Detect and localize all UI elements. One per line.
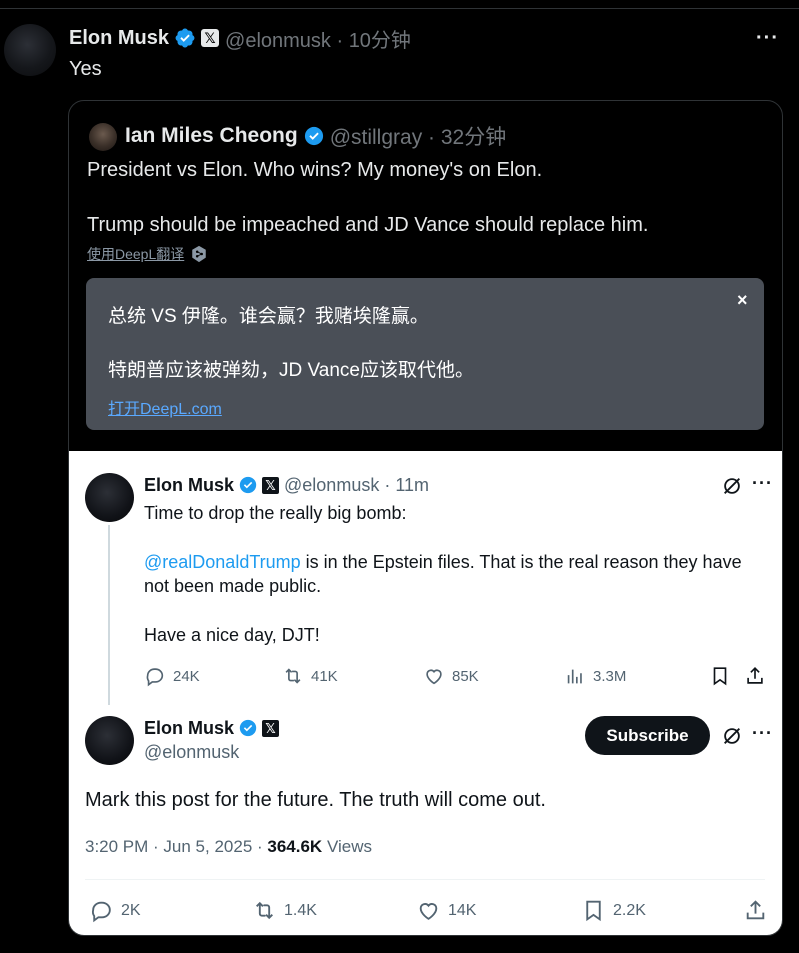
more-options-icon: ··· [752,723,773,743]
x-affiliate-icon: 𝕏 [201,29,220,47]
reply-icon [91,901,111,923]
grok-icon [724,478,740,494]
reply-icon [146,668,164,687]
subscribe-button: Subscribe [585,716,710,755]
post-line-2: @realDonaldTrump is in the Epstein files… [144,552,742,572]
verified-badge-icon [175,28,195,48]
post-line-3: not been made public. [144,576,322,596]
top-divider [0,0,799,9]
views-chart-icon [567,669,582,684]
repost-action: 41K [282,665,338,687]
like-action: 14K [416,898,476,923]
avatar [85,473,134,522]
post-actions: 2K 1.4K 14K 2.2K [89,898,769,924]
post-text: Mark this post for the future. The truth… [85,789,546,811]
share-action [743,898,768,923]
handle-time[interactable]: @elonmusk · 10分钟 [225,24,411,53]
more-options-icon: ··· [752,473,773,493]
avatar[interactable] [89,123,117,151]
x-affiliate-icon: 𝕏 [262,476,280,494]
bookmark-icon [586,900,601,922]
post-line-1: Time to drop the really big bomb: [144,503,407,523]
quoted-post-card[interactable]: Ian Miles Cheong @stillgray · 32分钟 Presi… [68,100,783,936]
x-affiliate-icon: 𝕏 [262,719,280,737]
more-options-icon[interactable]: ··· [756,27,779,50]
views-label: Views [322,837,372,856]
quoted-post-line-1: President vs Elon. Who wins? My money's … [87,159,543,181]
repost-icon [285,668,301,684]
verified-badge-icon [239,476,257,494]
bookmark-icon [713,667,727,686]
quoted-post-header: Ian Miles Cheong @stillgray · 32分钟 [125,121,506,151]
post-header: Elon Musk 𝕏 [144,716,280,740]
like-action: 85K [423,665,479,687]
translation-line-1: 总统 VS 伊隆。谁会赢？我赌埃隆赢。 [108,306,429,327]
views-action: 3.3M [564,665,626,687]
translate-with-deepl-link[interactable]: 使用DeepL翻译 [87,244,208,264]
heart-icon [419,903,438,920]
author-name[interactable]: Elon Musk [69,27,169,50]
thread-line [108,525,110,705]
author-name: Elon Musk [144,474,235,495]
verified-badge-icon [304,126,323,146]
mention-link: @realDonaldTrump [144,552,301,572]
post-header: Elon Musk 𝕏 @elonmusk · 11m [144,473,429,497]
post-text: Yes [69,58,102,80]
translation-popup: × 总统 VS 伊隆。谁会赢？我赌埃隆赢。 特朗普应该被弹劾，JD Vance应… [86,278,764,430]
divider [85,879,765,880]
handle-time: @elonmusk · 11m [284,474,429,495]
post-meta: 3:20 PM · Jun 5, 2025 · 364.6K Views [85,837,372,857]
share-action [744,665,766,687]
verified-badge-icon [239,719,257,737]
author-name[interactable]: Ian Miles Cheong [125,124,298,148]
handle-time[interactable]: @stillgray · 32分钟 [330,121,507,151]
post-line-4: Have a nice day, DJT! [144,625,320,645]
share-icon [747,667,763,684]
close-icon[interactable]: × [737,290,748,311]
repost-action: 1.4K [252,898,317,923]
share-icon [746,900,765,920]
open-deepl-link[interactable]: 打开DeepL.com [108,395,222,419]
bookmark-action: 2.2K [581,898,646,923]
avatar [85,716,134,765]
grok-icon [724,728,740,744]
post-header: Elon Musk 𝕏 @elonmusk · 10分钟 [69,24,411,52]
post-actions: 24K 41K 85K 3.3M [144,665,779,689]
quoted-post-line-2: Trump should be impeached and JD Vance s… [87,214,649,236]
translation-line-2: 特朗普应该被弹劾，JD Vance应该取代他。 [108,360,474,381]
heart-icon [426,669,442,685]
bookmark-action [709,665,731,687]
handle: @elonmusk [144,742,240,762]
author-name: Elon Musk [144,717,235,738]
avatar[interactable] [4,24,56,76]
views-count: 364.6K [267,837,323,856]
time-date: 3:20 PM · Jun 5, 2025 · [85,837,268,856]
deepl-icon [192,245,207,263]
reply-action: 2K [89,898,141,923]
reply-action: 24K [144,665,200,687]
embedded-screenshot[interactable]: Elon Musk 𝕏 @elonmusk · 11m ··· Time to … [69,451,782,935]
repost-icon [256,901,273,920]
